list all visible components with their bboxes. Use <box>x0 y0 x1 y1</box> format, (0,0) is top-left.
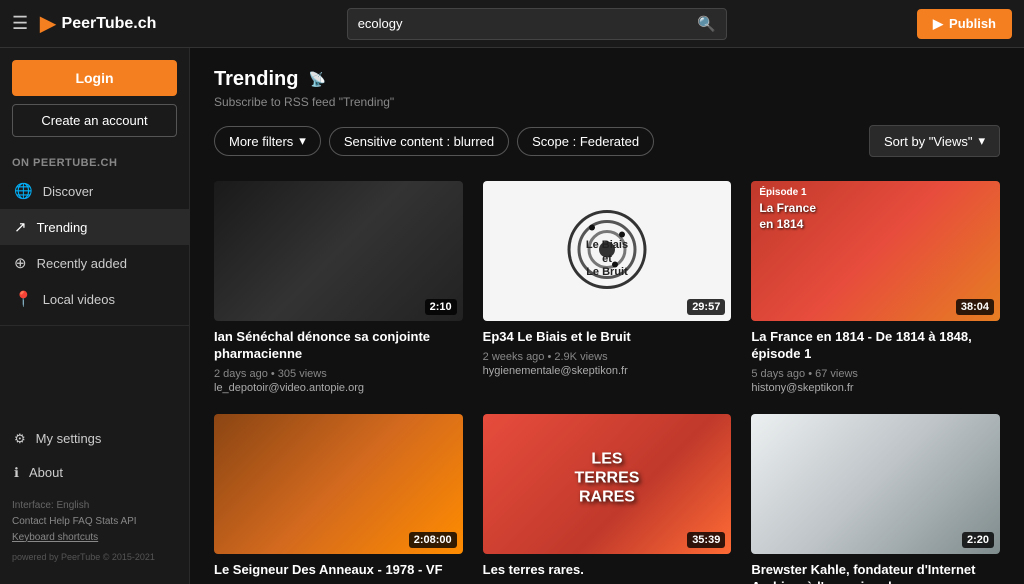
help-link[interactable]: Help <box>49 516 70 527</box>
sensitive-content-filter[interactable]: Sensitive content : blurred <box>329 127 509 156</box>
search-wrap: 🔍 <box>347 8 727 40</box>
site-name: PeerTube.ch <box>62 15 157 33</box>
sidebar-discover-label: Discover <box>43 184 94 199</box>
video-channel: le_depotoir@video.antopie.org <box>214 382 463 394</box>
publish-button[interactable]: ▶ Publish <box>917 9 1012 39</box>
video-thumbnail: Le BiaisetLe Bruit 29:57 <box>483 181 732 321</box>
contact-link[interactable]: Contact <box>12 516 46 527</box>
chevron-down-icon: ▾ <box>299 133 306 149</box>
rss-link[interactable]: 📡 <box>308 71 325 88</box>
sidebar-login-section: Login Create an account <box>0 60 189 149</box>
my-settings-label: My settings <box>36 431 102 446</box>
video-duration: 2:08:00 <box>409 532 457 548</box>
video-thumbnail: LESTERRESRARES 35:39 <box>483 414 732 554</box>
sidebar-trending-label: Trending <box>37 220 88 235</box>
publish-icon: ▶ <box>933 16 943 32</box>
keyboard-shortcuts-link[interactable]: Keyboard shortcuts <box>12 530 177 546</box>
video-duration: 29:57 <box>687 299 725 315</box>
sidebar-item-about[interactable]: ℹ About <box>12 456 177 490</box>
page-subtitle: Subscribe to RSS feed "Trending" <box>214 95 1000 109</box>
sidebar-section-label: ON PEERTUBE.CH <box>0 149 189 173</box>
video-meta: 2 weeks ago • 2.9K views <box>483 349 732 366</box>
video-thumbnail: 2:20 <box>751 414 1000 554</box>
search-container: 🔍 <box>168 8 905 40</box>
sidebar-item-recently-added[interactable]: ⊕ Recently added <box>0 245 189 281</box>
plus-circle-icon: ⊕ <box>14 254 27 272</box>
video-grid: 2:10 Ian Sénéchal dénonce sa conjointe p… <box>214 181 1000 584</box>
video-duration: 35:39 <box>687 532 725 548</box>
hamburger-menu[interactable]: ☰ <box>12 13 28 34</box>
trending-icon: ↗ <box>14 218 27 236</box>
scope-filter[interactable]: Scope : Federated <box>517 127 654 156</box>
more-filters-button[interactable]: More filters ▾ <box>214 126 321 156</box>
video-channel: hygienementale@skeptikon.fr <box>483 365 732 377</box>
video-card[interactable]: LESTERRESRARES 35:39 Les terres rares. 2… <box>483 414 732 584</box>
video-meta: 2 days ago • 305 views <box>214 366 463 383</box>
stats-link[interactable]: Stats <box>95 516 118 527</box>
site-logo[interactable]: ▶ PeerTube.ch <box>40 11 156 36</box>
video-thumbnail: 2:08:00 <box>214 414 463 554</box>
video-card[interactable]: 2:08:00 Le Seigneur Des Anneaux - 1978 -… <box>214 414 463 584</box>
sidebar-item-discover[interactable]: 🌐 Discover <box>0 173 189 209</box>
create-account-button[interactable]: Create an account <box>12 104 177 137</box>
video-title: La France en 1814 - De 1814 à 1848, épis… <box>751 329 1000 363</box>
sidebar-recently-added-label: Recently added <box>37 256 127 271</box>
video-thumbnail: Épisode 1 La Franceen 1814 38:04 <box>751 181 1000 321</box>
sidebar-local-videos-label: Local videos <box>43 292 115 307</box>
video-title: Les terres rares. <box>483 562 732 579</box>
logo-icon: ▶ <box>40 11 55 36</box>
video-title: Ian Sénéchal dénonce sa conjointe pharma… <box>214 329 463 363</box>
about-label: About <box>29 465 63 480</box>
info-icon: ℹ <box>14 465 19 481</box>
powered-by: powered by PeerTube © 2015-2021 <box>12 550 177 564</box>
sidebar-item-my-settings[interactable]: ⚙ My settings <box>12 422 177 456</box>
search-button[interactable]: 🔍 <box>687 9 726 39</box>
sidebar: Login Create an account ON PEERTUBE.CH 🌐… <box>0 48 190 584</box>
video-channel: histony@skeptikon.fr <box>751 382 1000 394</box>
sidebar-item-local-videos[interactable]: 📍 Local videos <box>0 281 189 317</box>
faq-link[interactable]: FAQ <box>73 516 93 527</box>
video-card[interactable]: Épisode 1 La Franceen 1814 38:04 La Fran… <box>751 181 1000 394</box>
footer-links: Contact Help FAQ Stats API <box>12 514 177 530</box>
video-meta: 5 days ago • 67 views <box>751 366 1000 383</box>
filter-bar: More filters ▾ Sensitive content : blurr… <box>214 125 1000 157</box>
sidebar-item-trending[interactable]: ↗ Trending <box>0 209 189 245</box>
sidebar-divider <box>0 325 189 326</box>
sort-button[interactable]: Sort by "Views" ▾ <box>869 125 1000 157</box>
video-duration: 2:20 <box>962 532 994 548</box>
sort-chevron-icon: ▾ <box>978 133 985 149</box>
sort-label: Sort by "Views" <box>884 134 972 149</box>
sidebar-bottom: ⚙ My settings ℹ About <box>0 422 189 490</box>
main-layout: Login Create an account ON PEERTUBE.CH 🌐… <box>0 48 1024 584</box>
main-content: Trending 📡 Subscribe to RSS feed "Trendi… <box>190 48 1024 584</box>
settings-icon: ⚙ <box>14 431 26 447</box>
login-button[interactable]: Login <box>12 60 177 96</box>
navbar: ☰ ▶ PeerTube.ch 🔍 ▶ Publish <box>0 0 1024 48</box>
globe-icon: 🌐 <box>14 182 33 200</box>
more-filters-label: More filters <box>229 134 293 149</box>
video-title: Brewster Kahle, fondateur d'Internet Arc… <box>751 562 1000 584</box>
video-card[interactable]: 2:10 Ian Sénéchal dénonce sa conjointe p… <box>214 181 463 394</box>
page-title: Trending <box>214 68 298 91</box>
video-duration: 2:10 <box>425 299 457 315</box>
video-thumbnail: 2:10 <box>214 181 463 321</box>
location-icon: 📍 <box>14 290 33 308</box>
page-title-row: Trending 📡 <box>214 68 1000 91</box>
interface-label: Interface: English <box>12 498 177 514</box>
search-input[interactable] <box>348 10 687 37</box>
video-card[interactable]: 2:20 Brewster Kahle, fondateur d'Interne… <box>751 414 1000 584</box>
video-duration: 38:04 <box>956 299 994 315</box>
sidebar-footer: Interface: English Contact Help FAQ Stat… <box>0 490 189 572</box>
publish-label: Publish <box>949 16 996 31</box>
api-link[interactable]: API <box>120 516 136 527</box>
video-title: Ep34 Le Biais et le Bruit <box>483 329 732 346</box>
video-card[interactable]: Le BiaisetLe Bruit 29:57 Ep34 Le Biais e… <box>483 181 732 394</box>
video-title: Le Seigneur Des Anneaux - 1978 - VF <box>214 562 463 579</box>
